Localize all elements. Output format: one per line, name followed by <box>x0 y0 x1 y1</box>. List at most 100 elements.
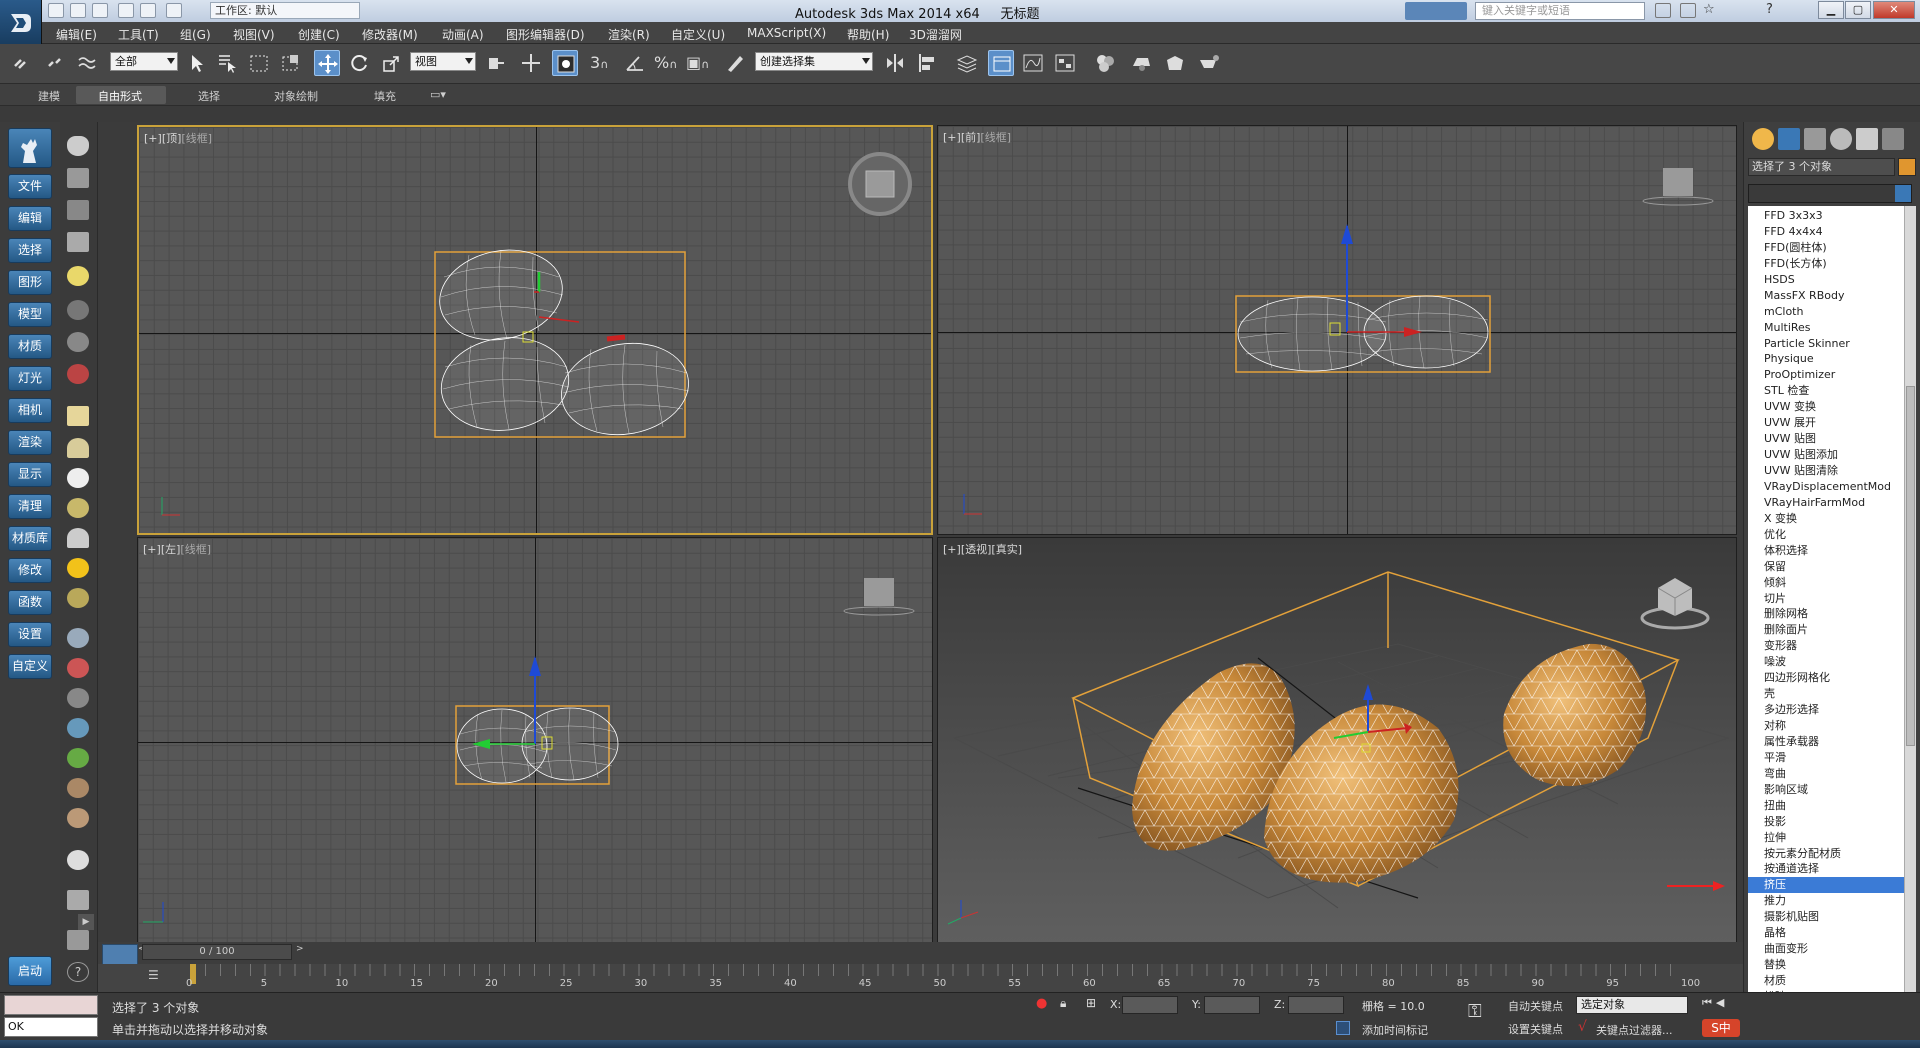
left-view-scene[interactable] <box>138 538 933 944</box>
ribbon-tab-object-paint[interactable]: 对象绘制 <box>274 88 318 104</box>
mini-curve-editor-icon[interactable]: ☰ <box>148 968 170 986</box>
modifier-list-dropdown[interactable] <box>1748 184 1912 203</box>
left-btn-cleanup[interactable]: 清理 <box>8 494 52 519</box>
hierarchy-tab-icon[interactable] <box>1804 128 1826 150</box>
modifier-list-item[interactable]: STL 检查 <box>1748 383 1904 399</box>
track-bar[interactable]: ☰ 0 5 10 15 20 25 30 35 40 45 50 55 60 65 70 75 80 85 90 95… <box>98 964 1743 992</box>
lock-icon[interactable]: 🔒︎ <box>1060 996 1066 1011</box>
close-button[interactable]: ✕ <box>1873 1 1915 19</box>
modifier-list-item[interactable]: 壳 <box>1748 686 1904 702</box>
modifier-list-item[interactable]: Physique <box>1748 351 1904 367</box>
project-folder-icon[interactable] <box>166 3 182 18</box>
modifier-list-item[interactable]: 投影 <box>1748 814 1904 830</box>
modifier-list-item[interactable]: UVW 贴图清除 <box>1748 463 1904 479</box>
modifier-list-item[interactable]: 曲面变形 <box>1748 941 1904 957</box>
material-editor-icon[interactable] <box>1092 50 1118 76</box>
undo-icon[interactable] <box>118 3 134 18</box>
modifier-list-item[interactable]: FFD(圆柱体) <box>1748 240 1904 256</box>
menu-modifiers[interactable]: 修改器(M) <box>362 26 418 43</box>
menu-help[interactable]: 帮助(H) <box>847 26 889 43</box>
schematic-view-icon[interactable] <box>1052 50 1078 76</box>
modifier-list-item[interactable]: UVW 变换 <box>1748 399 1904 415</box>
modifier-list-item[interactable]: FFD 4x4x4 <box>1748 224 1904 240</box>
cage-icon[interactable] <box>67 688 89 708</box>
minimize-button[interactable]: ▁ <box>1818 1 1844 19</box>
left-btn-customize[interactable]: 自定义 <box>8 654 52 679</box>
select-and-manipulate-icon[interactable] <box>518 50 544 76</box>
time-slider[interactable]: 0 / 100 <box>142 944 292 960</box>
select-by-name-icon[interactable] <box>214 50 240 76</box>
perspective-scene[interactable] <box>938 538 1737 944</box>
key-filters-button[interactable]: 关键点过滤器... <box>1596 1022 1673 1038</box>
edit-named-selection-icon[interactable] <box>722 50 748 76</box>
menu-maxscript[interactable]: MAXScript(X) <box>747 26 826 40</box>
basket-icon[interactable] <box>67 498 89 518</box>
rectangular-selection-icon[interactable] <box>246 50 272 76</box>
modifier-list-item[interactable]: 多边形选择 <box>1748 702 1904 718</box>
modifier-list-item[interactable]: 晶格 <box>1748 925 1904 941</box>
modifier-list-item[interactable]: 四边形网格化 <box>1748 670 1904 686</box>
left-btn-settings[interactable]: 设置 <box>8 622 52 647</box>
motion-tab-icon[interactable] <box>1830 128 1852 150</box>
modifier-list-item[interactable]: ProOptimizer <box>1748 367 1904 383</box>
loop-icon[interactable] <box>67 332 89 352</box>
unlink-icon[interactable] <box>42 50 68 76</box>
move-gizmo-z-arrow[interactable] <box>1341 224 1353 244</box>
binoculars-icon[interactable] <box>1655 3 1671 18</box>
slider-next-icon[interactable]: > <box>296 944 306 960</box>
viewport-top[interactable]: [+][顶][线框] <box>137 125 933 535</box>
maxscript-listener-white[interactable]: OK <box>4 1017 98 1037</box>
ribbon-tab-populate[interactable]: 填充 <box>374 88 396 104</box>
modifier-list-item[interactable]: VRayDisplacementMod <box>1748 479 1904 495</box>
ribbon-options-icon[interactable]: ▭▾ <box>430 88 446 101</box>
pivot-center-icon[interactable] <box>482 50 508 76</box>
reference-coordinate-dropdown[interactable]: 视图 <box>410 52 476 71</box>
modifier-list-item[interactable]: X 变换 <box>1748 511 1904 527</box>
perspective-view-cube[interactable] <box>1640 578 1710 630</box>
camera-icon[interactable] <box>67 300 89 320</box>
particles-icon[interactable] <box>67 628 89 648</box>
device-icon[interactable] <box>67 930 89 950</box>
modifier-list-item[interactable]: 挤压 <box>1748 877 1904 894</box>
left-btn-file[interactable]: 文件 <box>8 174 52 199</box>
curve-editor-icon[interactable] <box>1020 50 1046 76</box>
viewport-front[interactable]: [+][前][线框] <box>937 125 1737 535</box>
left-btn-render[interactable]: 渲染 <box>8 430 52 455</box>
set-key-button[interactable]: 设置关键点 <box>1508 1021 1563 1037</box>
sogou-ime-icon[interactable]: S中 <box>1702 1019 1740 1037</box>
stone-wireframe-left-2[interactable] <box>521 707 619 781</box>
disc-icon[interactable] <box>67 588 89 608</box>
mirror-icon[interactable] <box>882 50 908 76</box>
modifier-list-item[interactable]: 材质 <box>1748 973 1904 989</box>
menu-create[interactable]: 创建(C) <box>298 26 340 43</box>
list-icon[interactable] <box>67 200 89 220</box>
deer-logo-icon[interactable] <box>8 128 52 168</box>
modifier-list-item[interactable]: 推力 <box>1748 893 1904 909</box>
modifier-list-item[interactable]: 属性承载器 <box>1748 734 1904 750</box>
modifier-list-item[interactable]: 拉伸 <box>1748 830 1904 846</box>
cone-icon[interactable] <box>67 528 89 548</box>
add-time-tag[interactable]: 添加时间标记 <box>1362 1022 1428 1038</box>
modifier-list-item[interactable]: mCloth <box>1748 304 1904 320</box>
grid-table-icon[interactable] <box>67 232 89 252</box>
left-btn-display[interactable]: 显示 <box>8 462 52 487</box>
gear-sphere-icon[interactable] <box>67 718 89 738</box>
display-tab-icon[interactable] <box>1856 128 1878 150</box>
paint-icon[interactable] <box>67 778 89 798</box>
viewport-perspective[interactable]: [+][透视][真实] <box>937 537 1737 944</box>
shell-icon[interactable] <box>67 808 89 828</box>
plant-icon[interactable] <box>67 748 89 768</box>
sun-icon[interactable] <box>67 558 89 578</box>
modifier-list-item[interactable]: Particle Skinner <box>1748 336 1904 352</box>
render-production-icon[interactable] <box>1196 50 1222 76</box>
left-btn-modify[interactable]: 修改 <box>8 558 52 583</box>
search-input[interactable]: 键入关键字或短语 <box>1475 2 1645 20</box>
communication-center-icon[interactable] <box>1680 3 1696 18</box>
percent-snap-icon[interactable]: %∩ <box>654 50 680 76</box>
menu-customize[interactable]: 自定义(U) <box>671 26 725 43</box>
menu-3d-liuliu[interactable]: 3D溜溜网 <box>909 26 962 43</box>
rendered-frame-window-icon[interactable] <box>1162 50 1188 76</box>
help-icon[interactable]: ? <box>1766 2 1773 17</box>
menu-group[interactable]: 组(G) <box>180 26 211 43</box>
modifier-list[interactable]: FFD 3x3x3 FFD 4x4x4 FFD(圆柱体) FFD(长方体) HSDS Ma… <box>1748 206 1904 1026</box>
